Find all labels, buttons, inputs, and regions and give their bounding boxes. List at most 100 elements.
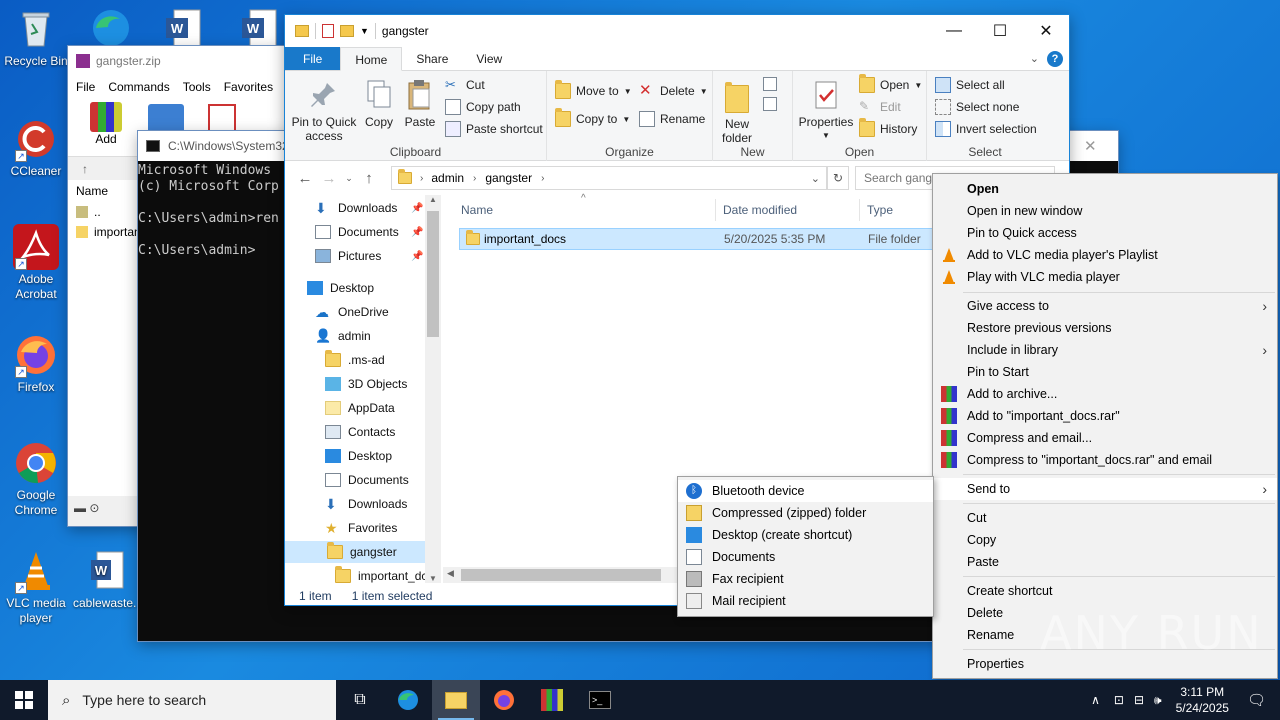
back-button[interactable]: ←	[293, 170, 317, 187]
desktop-icon-recycle-bin[interactable]: Recycle Bin	[0, 6, 72, 69]
properties-check-icon[interactable]	[322, 24, 334, 38]
winrar-titlebar[interactable]: gangster.zip	[68, 46, 290, 76]
menu-item-add-vlc-playlist[interactable]: Add to VLC media player's Playlist	[933, 244, 1277, 266]
tab-share[interactable]: Share	[402, 47, 462, 70]
clock[interactable]: 3:11 PM 5/24/2025	[1176, 684, 1229, 716]
desktop-icon-firefox[interactable]: ↗ Firefox	[0, 332, 72, 395]
winrar-add-button[interactable]: Add	[88, 102, 124, 146]
ethernet-icon[interactable]: ⊟	[1134, 693, 1144, 707]
nav-item-pictures[interactable]: Pictures 📌	[315, 245, 423, 267]
delete-button[interactable]: ✕ Delete ▼	[639, 83, 708, 99]
up-arrow-icon[interactable]: ↑	[82, 162, 88, 176]
copy-path-button[interactable]: Copy path	[445, 99, 521, 115]
nav-item-downloads[interactable]: ⬇ Downloads 📌	[315, 197, 423, 219]
taskbar-winrar[interactable]	[528, 680, 576, 720]
word-desktop-icon[interactable]: W	[160, 8, 206, 47]
scroll-down-icon[interactable]: ▼	[425, 574, 441, 583]
menu-item-bluetooth[interactable]: ᛒ Bluetooth device	[678, 480, 933, 502]
task-view-button[interactable]: ⧉	[336, 680, 384, 720]
desktop-icon-adobe-acrobat[interactable]: ↗ Adobe Acrobat	[0, 224, 72, 302]
nav-item-admin[interactable]: 👤 admin	[315, 325, 371, 347]
volume-icon[interactable]: 🕪	[1154, 693, 1162, 708]
properties-button[interactable]: Properties ▼	[797, 79, 855, 143]
tab-file[interactable]: File	[285, 47, 341, 70]
explorer-titlebar[interactable]: ▼ gangster — ☐ ✕	[285, 15, 1069, 47]
refresh-button[interactable]: ↻	[827, 166, 849, 190]
pin-quick-access-button[interactable]: Pin to Quick access	[289, 79, 359, 143]
close-icon[interactable]: ✕	[1084, 137, 1097, 155]
notifications-icon[interactable]: 🗨	[1247, 691, 1266, 709]
menu-item-compress-rar-email[interactable]: Compress to "important_docs.rar" and ema…	[933, 449, 1277, 471]
nav-item-contacts[interactable]: Contacts	[325, 421, 395, 443]
chevron-down-icon[interactable]: ⌄	[1030, 52, 1039, 65]
nav-item-appdata[interactable]: AppData	[325, 397, 395, 419]
menu-item-copy[interactable]: Copy	[933, 529, 1277, 551]
menu-item-create-shortcut[interactable]: Create shortcut	[933, 580, 1277, 602]
word-desktop-icon-2[interactable]: W	[236, 8, 282, 47]
menu-item-open[interactable]: Open	[933, 178, 1277, 200]
nav-item-ms-ad[interactable]: .ms-ad	[325, 349, 385, 371]
open-button[interactable]: Open ▼	[859, 74, 922, 93]
recent-locations-button[interactable]: ⌄	[341, 173, 357, 184]
menu-item-cut[interactable]: Cut	[933, 507, 1277, 529]
network-icon[interactable]: ⊡	[1114, 693, 1124, 707]
nav-item-gangster[interactable]: gangster	[285, 541, 425, 563]
nav-item-onedrive[interactable]: ☁ OneDrive	[315, 301, 389, 323]
chevron-down-icon[interactable]: ⌄	[811, 172, 820, 185]
menu-item-add-to-rar[interactable]: Add to "important_docs.rar"	[933, 405, 1277, 427]
desktop-icon-google-chrome[interactable]: Google Chrome	[0, 440, 72, 518]
nav-item-documents-2[interactable]: Documents	[325, 469, 409, 491]
up-button[interactable]: ↑	[357, 170, 381, 187]
desktop-icon-ccleaner[interactable]: ↗ CCleaner	[0, 116, 72, 179]
cut-button[interactable]: ✂ Cut	[445, 77, 485, 93]
nav-item-important-docs[interactable]: important_dc	[335, 565, 425, 587]
desktop-icon-vlc[interactable]: ↗ VLC media player	[0, 548, 72, 626]
menu-item-send-to[interactable]: Send to ›	[933, 478, 1277, 500]
help-icon[interactable]: ?	[1047, 50, 1063, 67]
copy-button[interactable]: Copy	[361, 79, 397, 129]
scroll-up-icon[interactable]: ▲	[425, 195, 441, 204]
rename-button[interactable]: Rename	[639, 111, 705, 127]
scrollbar-thumb[interactable]	[461, 569, 661, 581]
start-button[interactable]	[0, 680, 48, 720]
column-header-name[interactable]: Name	[461, 203, 493, 217]
maximize-button[interactable]: ☐	[977, 15, 1023, 47]
breadcrumb-gangster[interactable]: gangster	[485, 171, 532, 185]
menu-item-include-library[interactable]: Include in library ›	[933, 339, 1277, 361]
edit-button[interactable]: ✎ Edit	[859, 99, 901, 115]
new-folder-icon[interactable]	[340, 25, 354, 37]
invert-selection-button[interactable]: Invert selection	[935, 121, 1037, 137]
nav-item-3d-objects[interactable]: 3D Objects	[325, 373, 407, 395]
winrar-menu-tools[interactable]: Tools	[183, 80, 211, 94]
taskbar-edge[interactable]	[384, 680, 432, 720]
nav-item-desktop[interactable]: Desktop	[325, 445, 392, 467]
winrar-menu-file[interactable]: File	[76, 80, 95, 94]
taskbar-file-explorer[interactable]	[432, 680, 480, 720]
menu-item-paste[interactable]: Paste	[933, 551, 1277, 573]
move-to-button[interactable]: Move to ▼	[555, 80, 632, 99]
menu-item-desktop-shortcut[interactable]: Desktop (create shortcut)	[678, 524, 933, 546]
new-folder-button[interactable]: New folder	[717, 79, 757, 145]
minimize-button[interactable]: —	[931, 15, 977, 47]
scroll-left-icon[interactable]: ◀	[447, 568, 454, 579]
column-header-type[interactable]: Type	[867, 203, 893, 217]
taskbar-cmd[interactable]: >_	[576, 680, 624, 720]
table-row[interactable]: important_docs 5/20/2025 5:35 PM File fo…	[459, 228, 939, 250]
edge-desktop-icon[interactable]	[88, 6, 134, 46]
address-bar[interactable]: › admin › gangster › ⌄	[391, 166, 827, 190]
menu-item-mail[interactable]: Mail recipient	[678, 590, 933, 612]
menu-item-give-access[interactable]: Give access to ›	[933, 295, 1277, 317]
nav-item-documents[interactable]: Documents 📌	[315, 221, 423, 243]
menu-item-play-vlc[interactable]: Play with VLC media player	[933, 266, 1277, 288]
paste-button[interactable]: Paste	[403, 79, 437, 129]
menu-item-add-archive[interactable]: Add to archive...	[933, 383, 1277, 405]
easy-access-icon[interactable]	[763, 97, 777, 111]
scrollbar-thumb[interactable]	[427, 211, 439, 337]
winrar-menu-favorites[interactable]: Favorites	[224, 80, 273, 94]
winrar-menu-commands[interactable]: Commands	[108, 80, 169, 94]
select-none-button[interactable]: Select none	[935, 99, 1019, 115]
nav-item-downloads-2[interactable]: ⬇ Downloads	[325, 493, 407, 515]
menu-item-compress-email[interactable]: Compress and email...	[933, 427, 1277, 449]
menu-item-pin-start[interactable]: Pin to Start	[933, 361, 1277, 383]
forward-button[interactable]: →	[317, 170, 341, 187]
